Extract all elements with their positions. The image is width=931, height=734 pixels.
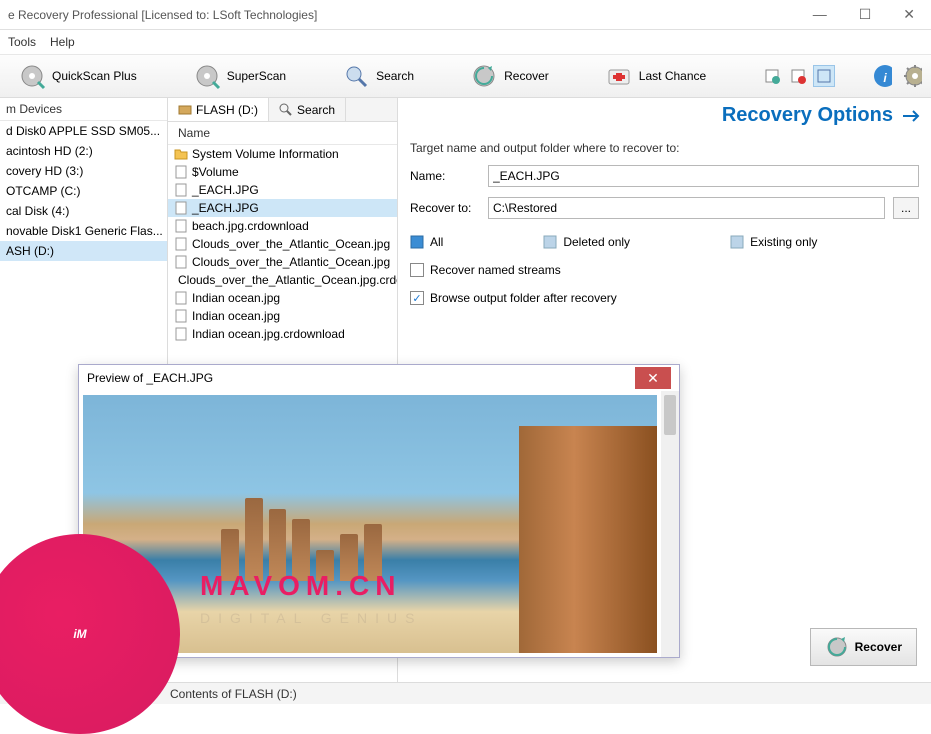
name-label: Name: — [410, 169, 480, 183]
device-item[interactable]: acintosh HD (2:) — [0, 141, 167, 161]
file-row[interactable]: Indian ocean.jpg — [168, 289, 397, 307]
device-item[interactable]: covery HD (3:) — [0, 161, 167, 181]
file-name: Clouds_over_the_Atlantic_Ocean.jpg — [192, 237, 390, 251]
file-row[interactable]: Clouds_over_the_Atlantic_Ocean.jpg — [168, 253, 397, 271]
name-input[interactable] — [488, 165, 919, 187]
file-row[interactable]: beach.jpg.crdownload — [168, 217, 397, 235]
titlebar: e Recovery Professional [Licensed to: LS… — [0, 0, 931, 30]
menu-tools[interactable]: Tools — [8, 35, 36, 49]
device-item[interactable]: OTCAMP (C:) — [0, 181, 167, 201]
check-browse[interactable]: Browse output folder after recovery — [410, 291, 919, 305]
device-item[interactable]: ASH (D:) — [0, 241, 167, 261]
disk-recover-icon — [825, 635, 849, 659]
recoverto-label: Recover to: — [410, 201, 480, 215]
file-row[interactable]: System Volume Information — [168, 145, 397, 163]
search-tab-icon — [279, 103, 293, 117]
devices-header: m Devices — [0, 98, 167, 121]
view-mode-3[interactable] — [813, 65, 835, 87]
view-mode-2[interactable] — [787, 65, 809, 87]
recover-action-button[interactable]: Recover — [810, 628, 917, 666]
file-name: Indian ocean.jpg — [192, 291, 280, 305]
file-name: $Volume — [192, 165, 239, 179]
info-button[interactable]: i — [871, 65, 893, 87]
preview-title-text: Preview of _EACH.JPG — [87, 371, 635, 385]
file-name: Clouds_over_the_Atlantic_Ocean.jpg — [192, 255, 390, 269]
watermark-text: MAVOM.CN — [200, 570, 401, 602]
tab-drive[interactable]: FLASH (D:) — [168, 98, 269, 121]
browse-button[interactable]: ... — [893, 197, 919, 219]
recovery-instruction: Target name and output folder where to r… — [410, 141, 919, 155]
superscan-button[interactable]: SuperScan — [183, 58, 296, 94]
file-name: System Volume Information — [192, 147, 339, 161]
watermark-subtitle: DIGITAL GENIUS — [200, 610, 422, 626]
filter-deleted[interactable]: Deleted only — [543, 235, 630, 249]
file-name: Indian ocean.jpg — [192, 309, 280, 323]
drive-icon — [178, 103, 192, 117]
search-button[interactable]: Search — [332, 58, 424, 94]
main-toolbar: QuickScan Plus SuperScan Search Recover … — [0, 54, 931, 98]
device-item[interactable]: novable Disk1 Generic Flas... — [0, 221, 167, 241]
file-row[interactable]: Indian ocean.jpg.crdownload — [168, 325, 397, 343]
disk-superscan-icon — [193, 62, 221, 90]
window-controls: — ☐ ✕ — [805, 2, 923, 27]
disk-scan-icon — [18, 62, 46, 90]
radio-off-icon — [730, 235, 744, 249]
file-name: beach.jpg.crdownload — [192, 219, 309, 233]
file-name: _EACH.JPG — [192, 201, 259, 215]
file-row[interactable]: _EACH.JPG — [168, 199, 397, 217]
file-name: Indian ocean.jpg.crdownload — [192, 327, 345, 341]
close-button[interactable]: ✕ — [895, 2, 923, 27]
settings-button[interactable] — [901, 65, 923, 87]
preview-scrollbar[interactable] — [661, 391, 679, 657]
view-mode-icons — [761, 65, 835, 87]
view-mode-1[interactable] — [761, 65, 783, 87]
device-item[interactable]: cal Disk (4:) — [0, 201, 167, 221]
menubar: Tools Help — [0, 30, 931, 54]
checkbox-off-icon — [410, 263, 424, 277]
statusbar-text: Contents of FLASH (D:) — [170, 687, 297, 701]
recoverto-input[interactable] — [488, 197, 885, 219]
file-row[interactable]: $Volume — [168, 163, 397, 181]
radio-off-icon — [543, 235, 557, 249]
filter-all[interactable]: All — [410, 235, 443, 249]
arrow-right-icon[interactable] — [901, 108, 921, 124]
menu-help[interactable]: Help — [50, 35, 75, 49]
search-icon — [342, 62, 370, 90]
file-row[interactable]: Clouds_over_the_Atlantic_Ocean.jpg.crdow… — [168, 271, 397, 289]
file-name: _EACH.JPG — [192, 183, 259, 197]
maximize-button[interactable]: ☐ — [851, 2, 880, 27]
check-streams[interactable]: Recover named streams — [410, 263, 919, 277]
column-header-name[interactable]: Name — [168, 122, 397, 145]
window-title: e Recovery Professional [Licensed to: LS… — [8, 8, 805, 22]
checkbox-on-icon — [410, 291, 424, 305]
file-row[interactable]: Indian ocean.jpg — [168, 307, 397, 325]
preview-titlebar[interactable]: Preview of _EACH.JPG ✕ — [79, 365, 679, 391]
filter-existing[interactable]: Existing only — [730, 235, 817, 249]
radio-on-icon — [410, 235, 424, 249]
lastchance-button[interactable]: Last Chance — [595, 58, 716, 94]
device-item[interactable]: d Disk0 APPLE SSD SM05... — [0, 121, 167, 141]
file-tabs: FLASH (D:) Search — [168, 98, 397, 122]
disk-recover-icon — [470, 62, 498, 90]
recover-button[interactable]: Recover — [460, 58, 559, 94]
file-row[interactable]: Clouds_over_the_Atlantic_Ocean.jpg — [168, 235, 397, 253]
file-name: Clouds_over_the_Atlantic_Ocean.jpg.crdow… — [178, 273, 397, 287]
tab-search[interactable]: Search — [269, 98, 346, 121]
medical-icon — [605, 62, 633, 90]
preview-close-button[interactable]: ✕ — [635, 367, 671, 389]
minimize-button[interactable]: — — [805, 2, 835, 27]
quickscan-button[interactable]: QuickScan Plus — [8, 58, 147, 94]
recovery-title: Recovery Options — [722, 104, 893, 127]
file-row[interactable]: _EACH.JPG — [168, 181, 397, 199]
